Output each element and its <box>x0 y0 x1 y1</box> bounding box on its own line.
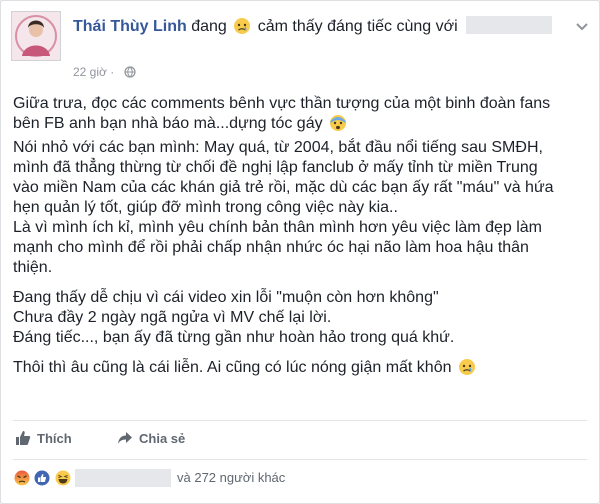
post-card: Thái Thùy Linh đang cảm thấy đáng tiếc c… <box>0 0 600 504</box>
post-line-text: bên FB anh bạn nhà báo mà...dựng tóc gáy <box>13 115 323 132</box>
post-line: hẹn quản lý tốt, giúp đỡ mình trong công… <box>13 199 398 216</box>
globe-icon <box>123 66 136 81</box>
reaction-icons <box>13 469 72 487</box>
post-line: Thôi thì âu cũng là cái liễn. Ai cũng có… <box>13 358 588 382</box>
post-line-text: Thôi thì âu cũng là cái liễn. Ai cũng có… <box>13 359 452 376</box>
tagged-friend-redacted[interactable] <box>466 16 553 34</box>
post-line: mình đã thẳng thừng từ chối đề nghị lập … <box>13 159 538 176</box>
post-line: Đang thấy dễ chịu vì cái video xin lỗi "… <box>13 289 439 306</box>
author-name[interactable]: Thái Thùy Linh <box>73 18 187 35</box>
post-line: Đáng tiếc..., bạn ấy đã từng gần như hoà… <box>13 329 455 346</box>
angry-icon <box>13 469 31 492</box>
post-actions-bar: Thích Chia sẻ <box>13 420 587 460</box>
chevron-down-icon[interactable] <box>575 19 589 35</box>
post-paragraph-3: Thôi thì âu cũng là cái liễn. Ai cũng có… <box>13 358 588 382</box>
scared-face-icon <box>329 114 347 138</box>
avatar[interactable] <box>11 11 61 61</box>
post-line: thiện. <box>13 259 53 276</box>
share-arrow-icon <box>117 431 139 446</box>
post-timestamp[interactable]: 22 giờ <box>73 65 107 79</box>
share-button[interactable]: Chia sẻ <box>117 430 185 446</box>
post-line: bên FB anh bạn nhà báo mà...dựng tóc gáy <box>13 114 588 138</box>
reaction-count[interactable]: và 272 người khác <box>177 470 285 485</box>
like-label: Thích <box>37 431 72 446</box>
post-line: Nói nhỏ với các bạn mình: May quá, từ 20… <box>13 139 543 156</box>
post-line: Là vì mình ích kỉ, mình yêu chính bản th… <box>13 219 542 236</box>
post-line: Chưa đầy 2 ngày ngã ngửa vì MV chế lại l… <box>13 309 332 326</box>
sad-face-icon <box>458 358 476 382</box>
like-button[interactable]: Thích <box>15 430 72 446</box>
post-meta: 22 giờ · <box>73 65 136 81</box>
post-line: mạnh cho mình để rồi phải chấp nhận nhức… <box>13 239 529 256</box>
like-icon <box>33 469 51 492</box>
post-header: Thái Thùy Linh đang cảm thấy đáng tiếc c… <box>11 11 589 81</box>
feeling-text: cảm thấy đáng tiếc cùng với <box>257 18 458 35</box>
share-label: Chia sẻ <box>139 431 186 446</box>
post-line: vào miền Nam của các khán giả trẻ rồi, m… <box>13 179 554 196</box>
status-prefix: đang <box>191 18 227 35</box>
haha-icon <box>54 469 72 492</box>
post-line: Giữa trưa, đọc các comments bênh vực thầ… <box>13 95 551 112</box>
post-paragraph-2: Đang thấy dễ chịu vì cái video xin lỗi "… <box>13 288 588 348</box>
reactor-names-redacted[interactable] <box>75 469 171 487</box>
thumbs-up-icon <box>15 431 37 446</box>
post-header-line: Thái Thùy Linh đang cảm thấy đáng tiếc c… <box>73 16 553 42</box>
post-body: Giữa trưa, đọc các comments bênh vực thầ… <box>13 94 588 382</box>
sad-face-icon <box>233 17 251 42</box>
post-paragraph-1: Giữa trưa, đọc các comments bênh vực thầ… <box>13 94 588 278</box>
